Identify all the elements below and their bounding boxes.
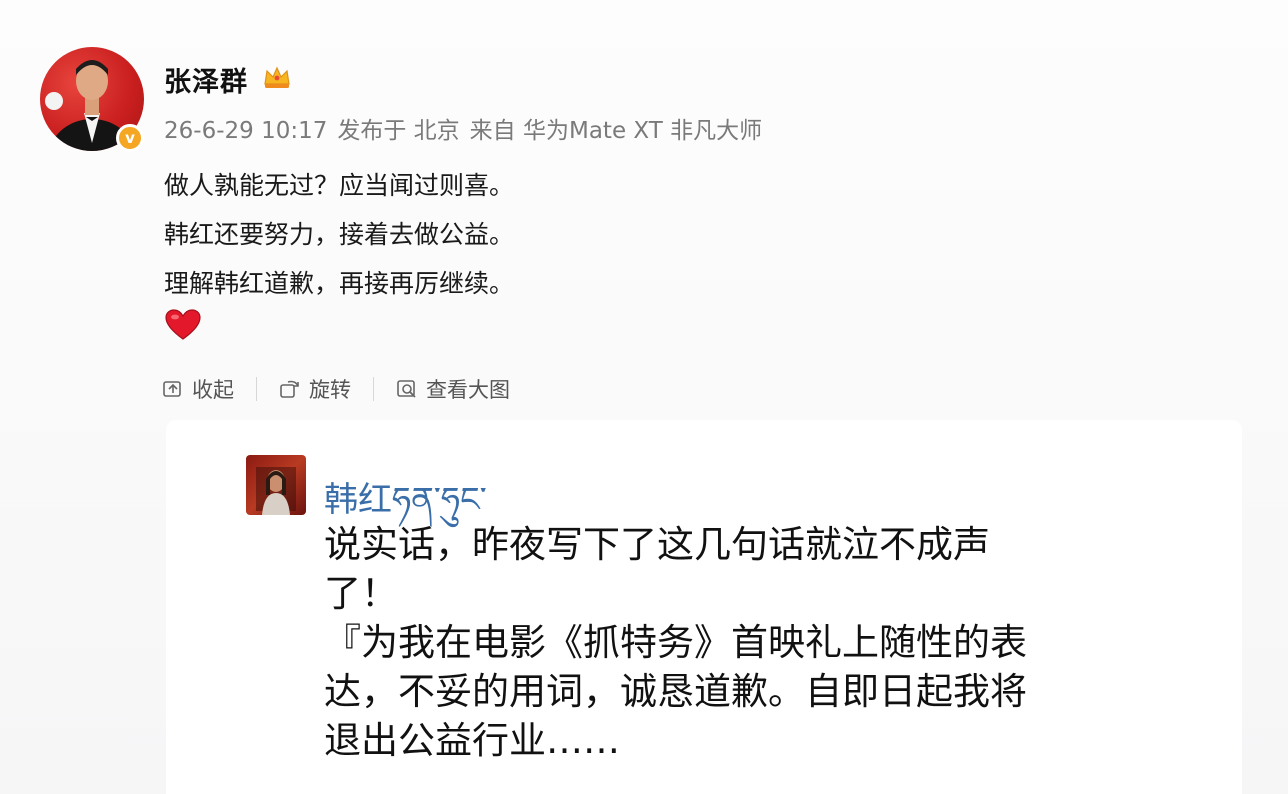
collapse-button[interactable]: 收起 (162, 374, 234, 404)
embedded-text: 说实话，昨夜写下了这几句话就泣不成声 了！ 『为我在电影《抓特务》首映礼上随性的… (324, 520, 1154, 765)
action-divider (256, 377, 257, 401)
view-large-button[interactable]: 查看大图 (396, 374, 510, 404)
embedded-text-line: 了！ (324, 572, 398, 615)
view-large-label: 查看大图 (426, 378, 510, 402)
embedded-text-line: 达，不妥的用词，诚恳道歉。自即日起我将 (324, 670, 1027, 713)
post-username[interactable]: 张泽群 (164, 60, 248, 99)
post-text-line-2: 韩红还要努力，接着去做公益。 (164, 220, 515, 249)
red-heart-icon (165, 309, 201, 340)
post-source: 来自 华为Mate XT 非凡大师 (469, 118, 763, 144)
embedded-text-line: 『为我在电影《抓特务》首映礼上随性的表 (324, 621, 1027, 664)
collapse-label: 收起 (192, 378, 234, 402)
rotate-label: 旋转 (309, 378, 351, 402)
post-location: 发布于 北京 (337, 118, 460, 144)
verified-badge-icon: v (116, 124, 144, 152)
rotate-button[interactable]: 旋转 (279, 374, 351, 404)
post-meta: 26-6-29 10:17 发布于 北京 来自 华为Mate XT 非凡大师 (164, 111, 772, 145)
post-time[interactable]: 26-6-29 10:17 (164, 118, 327, 144)
image-actions-bar: 收起 旋转 查看大图 (162, 374, 510, 404)
embedded-avatar-portrait-icon (256, 467, 296, 515)
post-text-line-3: 理解韩红道歉，再接再厉继续。 (164, 269, 515, 298)
post-text-line-1: 做人孰能无过？应当闻过则喜。 (164, 171, 515, 200)
action-divider (373, 377, 374, 401)
embedded-avatar (246, 455, 306, 515)
embedded-text-line: 退出公益行业…… (324, 719, 620, 762)
rotate-icon (280, 380, 299, 398)
collapse-icon (163, 381, 181, 397)
view-large-icon (397, 380, 416, 398)
crown-icon (264, 66, 290, 88)
embedded-text-line: 说实话，昨夜写下了这几句话就泣不成声 (324, 523, 990, 566)
